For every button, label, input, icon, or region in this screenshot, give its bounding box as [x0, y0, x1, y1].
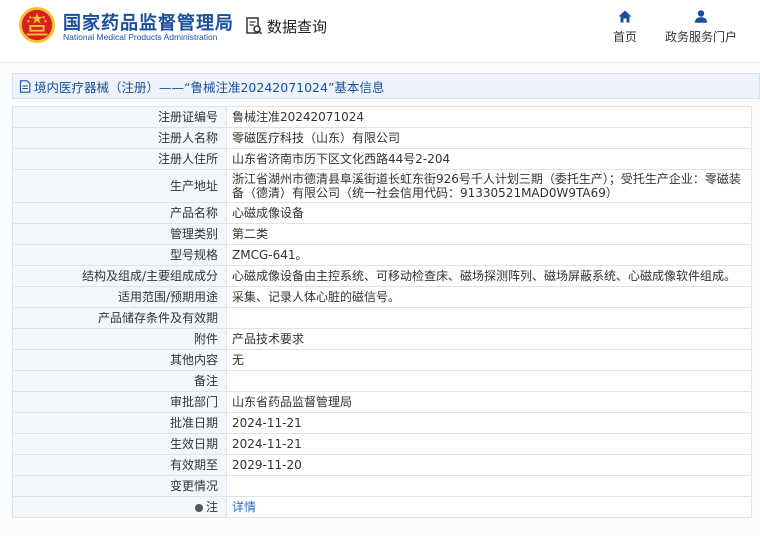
info-row: 批准日期 2024-11-21: [12, 412, 752, 434]
field-value: [226, 475, 752, 497]
nav-home-label: 首页: [612, 30, 637, 44]
nav-portal-label: 政务服务门户: [664, 30, 737, 44]
field-value: 鲁械注准20242071024: [226, 106, 752, 128]
field-label: 备注: [12, 370, 227, 392]
field-label: 变更情况: [12, 475, 227, 497]
info-row: 注册人名称 零磁医疗科技（山东）有限公司: [12, 127, 752, 149]
info-row: 注册人住所 山东省济南市历下区文化西路44号2-204: [12, 148, 752, 170]
info-row: 其他内容无: [12, 349, 752, 371]
info-row: 生产地址 浙江省湖州市德清县阜溪街道长虹东街926号千人计划三期（委托生产）；受托…: [12, 169, 752, 203]
site-name-en[interactable]: National Medical Products Administration: [63, 32, 218, 42]
detail-link[interactable]: 详情: [232, 500, 256, 514]
data-query-label: 数据查询: [267, 17, 328, 36]
field-label: 产品储存条件及有效期: [12, 307, 227, 329]
site-header: 国家药品监督管理局 National Medical Products Admi…: [0, 0, 760, 62]
field-label: 审批部门: [12, 391, 227, 413]
data-query-icon: [246, 17, 263, 35]
field-value: 产品技术要求: [226, 328, 752, 350]
info-row: 备注: [12, 370, 752, 392]
field-value: ZMCG-641。: [226, 244, 752, 266]
field-label: 附件: [12, 328, 227, 350]
device-info-table: 注册证编号 鲁械注准20242071024 注册人名称 零磁医疗科技（山东）有限公司注…: [12, 106, 752, 518]
info-row: 生效日期 2024-11-21: [12, 433, 752, 455]
field-label: 产品名称: [12, 202, 227, 224]
home-icon: [618, 10, 632, 23]
field-label: 生效日期: [12, 433, 227, 455]
field-label: 管理类别: [12, 223, 227, 245]
field-value: 浙江省湖州市德清县阜溪街道长虹东街926号千人计划三期（委托生产）；受托生产企业…: [226, 169, 752, 203]
field-value: 无: [226, 349, 752, 371]
info-row: 有效期至 2029-11-20: [12, 454, 752, 476]
field-label: 批准日期: [12, 412, 227, 434]
info-row: 产品储存条件及有效期: [12, 307, 752, 329]
nav-home[interactable]: 首页: [610, 10, 640, 45]
field-value: 2029-11-20: [226, 454, 752, 476]
field-label: 其他内容: [12, 349, 227, 371]
info-row: 附件 产品技术要求: [12, 328, 752, 350]
field-label: 注册人住所: [12, 148, 227, 170]
info-row: 结构及组成/主要组成成分 心磁成像设备由主控系统、可移动检查床、磁场探测阵列、磁场…: [12, 265, 752, 287]
note-value-cell: 详情: [226, 496, 752, 518]
pin-icon: [194, 503, 203, 512]
data-query-button[interactable]: 数据查询: [245, 15, 327, 37]
info-row: 变更情况: [12, 475, 752, 497]
national-emblem-icon[interactable]: [18, 6, 56, 44]
field-value: [226, 307, 752, 329]
breadcrumb-text: 境内医疗器械（注册）——“鲁械注准20242071024”基本信息: [34, 79, 385, 95]
breadcrumb: 境内医疗器械（注册）——“鲁械注准20242071024”基本信息: [12, 73, 760, 99]
nav-service-portal[interactable]: 政务服务门户: [662, 10, 740, 45]
note-row: 注 详情: [12, 496, 752, 518]
device-info-body: 注册证编号 鲁械注准20242071024 注册人名称 零磁医疗科技（山东）有限公司注…: [12, 106, 752, 497]
field-label: 注册人名称: [12, 127, 227, 149]
field-value: 第二类: [226, 223, 752, 245]
field-value: 心磁成像设备由主控系统、可移动检查床、磁场探测阵列、磁场屏蔽系统、心磁成像软件组…: [226, 265, 752, 287]
field-value: 2024-11-21: [226, 433, 752, 455]
note-label: 注: [205, 500, 218, 514]
field-value: 心磁成像设备: [226, 202, 752, 224]
field-label: 生产地址: [12, 169, 227, 203]
user-icon: [694, 10, 708, 23]
info-row: 注册证编号 鲁械注准20242071024: [12, 106, 752, 128]
field-value: 采集、记录人体心脏的磁信号。: [226, 286, 752, 308]
field-value: 2024-11-21: [226, 412, 752, 434]
field-label: 有效期至: [12, 454, 227, 476]
field-label: 结构及组成/主要组成成分: [12, 265, 227, 287]
field-value: 零磁医疗科技（山东）有限公司: [226, 127, 752, 149]
info-row: 审批部门 山东省药品监督管理局: [12, 391, 752, 413]
info-row: 型号规格 ZMCG-641。: [12, 244, 752, 266]
field-value: 山东省药品监督管理局: [226, 391, 752, 413]
field-label: 适用范围/预期用途: [12, 286, 227, 308]
field-value: [226, 370, 752, 392]
field-value: 山东省济南市历下区文化西路44号2-204: [226, 148, 752, 170]
note-label-cell: 注: [12, 496, 227, 518]
info-row: 适用范围/预期用途 采集、记录人体心脏的磁信号。: [12, 286, 752, 308]
info-row: 产品名称 心磁成像设备: [12, 202, 752, 224]
info-row: 管理类别 第二类: [12, 223, 752, 245]
field-label: 型号规格: [12, 244, 227, 266]
document-icon: [19, 79, 31, 93]
field-label: 注册证编号: [12, 106, 227, 128]
